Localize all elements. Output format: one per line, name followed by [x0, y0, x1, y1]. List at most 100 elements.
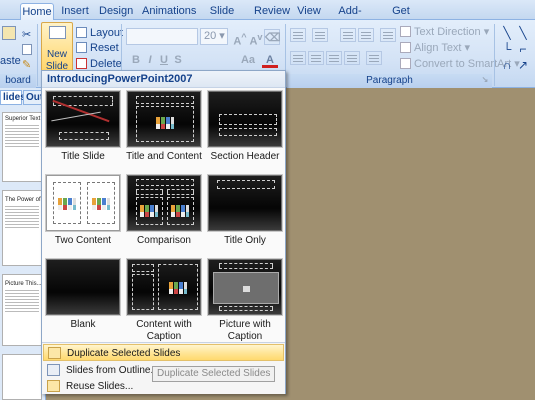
font-color-button[interactable]: A	[262, 52, 278, 68]
font-size-combo[interactable]: 20 ▾	[200, 28, 228, 45]
align-center-icon[interactable]	[308, 51, 324, 65]
decrease-indent-icon[interactable]	[340, 28, 356, 42]
align-left-icon[interactable]	[290, 51, 306, 65]
cut-icon[interactable]: ✂	[22, 28, 36, 42]
layout-two-content[interactable]: Two Content	[43, 174, 123, 261]
layout-label: Blank	[70, 319, 96, 330]
slide-thumbnail-text	[5, 206, 39, 230]
layout-label: Title and Content	[126, 151, 202, 162]
menu-item-label: Duplicate Selected Slides	[67, 348, 181, 359]
reset-icon	[76, 42, 87, 53]
connector-shape-icon[interactable]: ⌐	[516, 42, 530, 56]
placeholder	[167, 189, 194, 195]
tab-view[interactable]: View	[296, 3, 322, 20]
paste-icon[interactable]	[2, 26, 16, 40]
content-icons	[58, 198, 76, 210]
shrink-font-button[interactable]: Av	[248, 29, 264, 48]
content-icons	[140, 205, 158, 217]
layout-blank[interactable]: Blank	[43, 258, 123, 345]
strikethrough-button[interactable]: S	[170, 52, 186, 68]
layout-button[interactable]: Layout ▾	[76, 26, 132, 40]
clear-formatting-button[interactable]: ⌫	[264, 29, 281, 45]
change-case-button[interactable]: Aa	[240, 52, 256, 68]
arrow-shape-icon[interactable]: ↗	[516, 58, 530, 72]
placeholder	[219, 114, 277, 125]
increase-indent-icon[interactable]	[358, 28, 374, 42]
layout-preview	[207, 174, 283, 232]
line-shape-icon[interactable]: ╲	[500, 26, 514, 40]
text-direction-icon	[400, 26, 411, 37]
picture-icon	[243, 286, 250, 292]
bullets-icon[interactable]	[290, 28, 306, 42]
align-text-button[interactable]: Align Text ▾	[400, 41, 470, 55]
layout-title-only[interactable]: Title Only	[205, 174, 285, 261]
content-icons	[171, 205, 189, 217]
line-shape-icon[interactable]: ╲	[516, 26, 530, 40]
layout-label: Two Content	[54, 235, 112, 246]
tab-slides[interactable]: lides	[0, 90, 26, 105]
layout-preview	[207, 258, 283, 316]
gallery-theme-title: IntroducingPowerPoint2007	[42, 71, 285, 88]
font-name-combo[interactable]	[126, 28, 198, 45]
slide-thumbnail[interactable]: The Power of 6FR	[2, 190, 42, 266]
slide-thumbnail[interactable]	[2, 354, 42, 400]
layout-icon	[76, 27, 87, 38]
content-icons	[169, 282, 187, 294]
layout-preview	[126, 258, 202, 316]
layout-comparison[interactable]: Comparison	[124, 174, 204, 261]
layout-title-slide[interactable]: Title Slide	[43, 90, 123, 177]
reset-button[interactable]: Reset	[76, 41, 119, 55]
tab-insert[interactable]: Insert	[60, 3, 90, 20]
slide-thumbnail[interactable]: Superior Text	[2, 112, 42, 182]
slide-thumbnail[interactable]: Picture This...	[2, 274, 42, 346]
connector-shape-icon[interactable]: └	[500, 42, 514, 56]
placeholder	[136, 179, 194, 186]
tab-get-started[interactable]: Get Started	[378, 3, 424, 33]
reuse-slides-icon	[47, 380, 60, 392]
paste-button-label[interactable]: aste	[0, 54, 21, 68]
placeholder	[132, 274, 154, 310]
copy-icon[interactable]	[22, 44, 32, 55]
layout-label: Section Header	[210, 151, 280, 162]
delete-button[interactable]: Delete	[76, 57, 122, 71]
tab-add-ins[interactable]: Add-Ins	[332, 3, 368, 33]
align-right-icon[interactable]	[326, 51, 342, 65]
placeholder	[219, 263, 273, 269]
placeholder	[136, 96, 194, 104]
content-icons	[92, 198, 110, 210]
dialog-launcher-icon[interactable]: ↘	[480, 74, 490, 86]
line-spacing-icon[interactable]	[380, 28, 396, 42]
tab-slide-show[interactable]: Slide Show	[199, 3, 245, 33]
tab-animations[interactable]: Animations	[142, 3, 196, 20]
layout-preview	[45, 174, 121, 232]
layout-content-with-caption[interactable]: Content with Caption	[124, 258, 204, 345]
tab-home[interactable]: Home	[20, 3, 54, 20]
tooltip: Duplicate Selected Slides	[152, 366, 276, 382]
layout-label: Content with Caption	[136, 319, 192, 342]
justify-icon[interactable]	[344, 51, 360, 65]
tab-design[interactable]: Design	[99, 3, 133, 20]
group-separator	[494, 24, 495, 86]
columns-icon[interactable]	[366, 51, 382, 65]
format-painter-icon[interactable]: ✎	[22, 58, 36, 72]
duplicate-selected-slides-item[interactable]: Duplicate Selected Slides	[43, 344, 284, 361]
new-slide-button[interactable]: New Slide ▾	[41, 22, 73, 83]
layout-label: Comparison	[137, 235, 191, 246]
outline-icon	[47, 364, 60, 376]
layout-picture-with-caption[interactable]: Picture with Caption	[205, 258, 285, 345]
numbering-icon[interactable]	[312, 28, 328, 42]
menu-item-label: Reuse Slides...	[66, 381, 134, 392]
paragraph-group-label: Paragraph	[287, 74, 492, 88]
curve-shape-icon[interactable]: ∩	[500, 58, 514, 72]
grow-font-button[interactable]: A^	[232, 29, 248, 48]
layout-preview	[126, 90, 202, 148]
slide-thumbnail-title: Superior Text	[5, 116, 41, 122]
slide-thumbnail-title: The Power of 6FR	[5, 197, 41, 203]
tab-review[interactable]: Review	[254, 3, 290, 20]
placeholder	[219, 306, 273, 311]
text-direction-button[interactable]: Text Direction ▾	[400, 25, 489, 39]
ribbon-tab-bar: Home Insert Design Animations Slide Show…	[0, 0, 535, 33]
layout-section-header[interactable]: Section Header	[205, 90, 285, 177]
layout-title-and-content[interactable]: Title and Content	[124, 90, 204, 177]
placeholder	[136, 189, 163, 195]
